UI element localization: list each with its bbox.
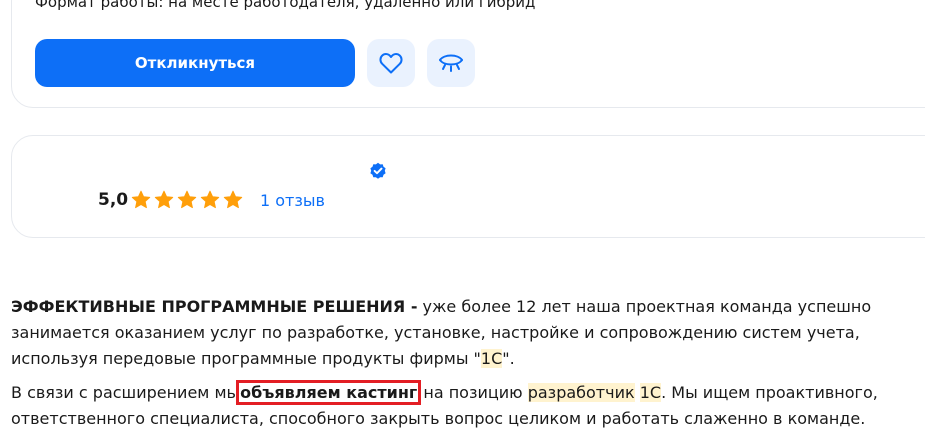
favorite-button[interactable] [367, 39, 415, 87]
heart-icon [379, 53, 403, 74]
vacancy-page: Формат работы: на месте работодателя, уд… [0, 0, 925, 437]
highlighted-keyword: 1С [480, 349, 503, 368]
hide-vacancy-button[interactable] [427, 39, 475, 87]
star-icon [177, 190, 197, 209]
star-icon [200, 190, 220, 209]
work-format-text: Формат работы: на месте работодателя, уд… [35, 0, 536, 11]
rating-stars [131, 190, 243, 210]
description-text [635, 383, 640, 402]
verified-check-icon [370, 162, 386, 179]
description-paragraph: ЭФФЕКТИВНЫЕ ПРОГРАММНЫЕ РЕШЕНИЯ - уже бо… [11, 294, 925, 372]
star-icon [131, 190, 151, 209]
star-icon [223, 190, 243, 209]
description-text: В связи с расширением мы [11, 383, 240, 402]
description-text: на позицию [418, 383, 528, 402]
employer-card [11, 135, 925, 238]
apply-button[interactable]: Откликнуться [35, 39, 355, 87]
highlighted-keyword: разработчик [527, 383, 635, 402]
eye-closed-icon [439, 54, 463, 72]
description-text: ". [502, 349, 515, 368]
vacancy-description: ЭФФЕКТИВНЫЕ ПРОГРАММНЫЕ РЕШЕНИЯ - уже бо… [11, 294, 925, 432]
star-icon [154, 190, 174, 209]
description-paragraph: В связи с расширением мыобъявляем кастин… [11, 380, 925, 432]
casting-announcement-boxed: объявляем кастинг [236, 380, 422, 405]
employer-rating-value: 5,0 [98, 190, 129, 210]
company-name-bold: ЭФФЕКТИВНЫЕ ПРОГРАММНЫЕ РЕШЕНИЯ - [11, 297, 418, 316]
highlighted-keyword: 1С [639, 383, 662, 402]
reviews-link[interactable]: 1 отзыв [260, 190, 325, 212]
